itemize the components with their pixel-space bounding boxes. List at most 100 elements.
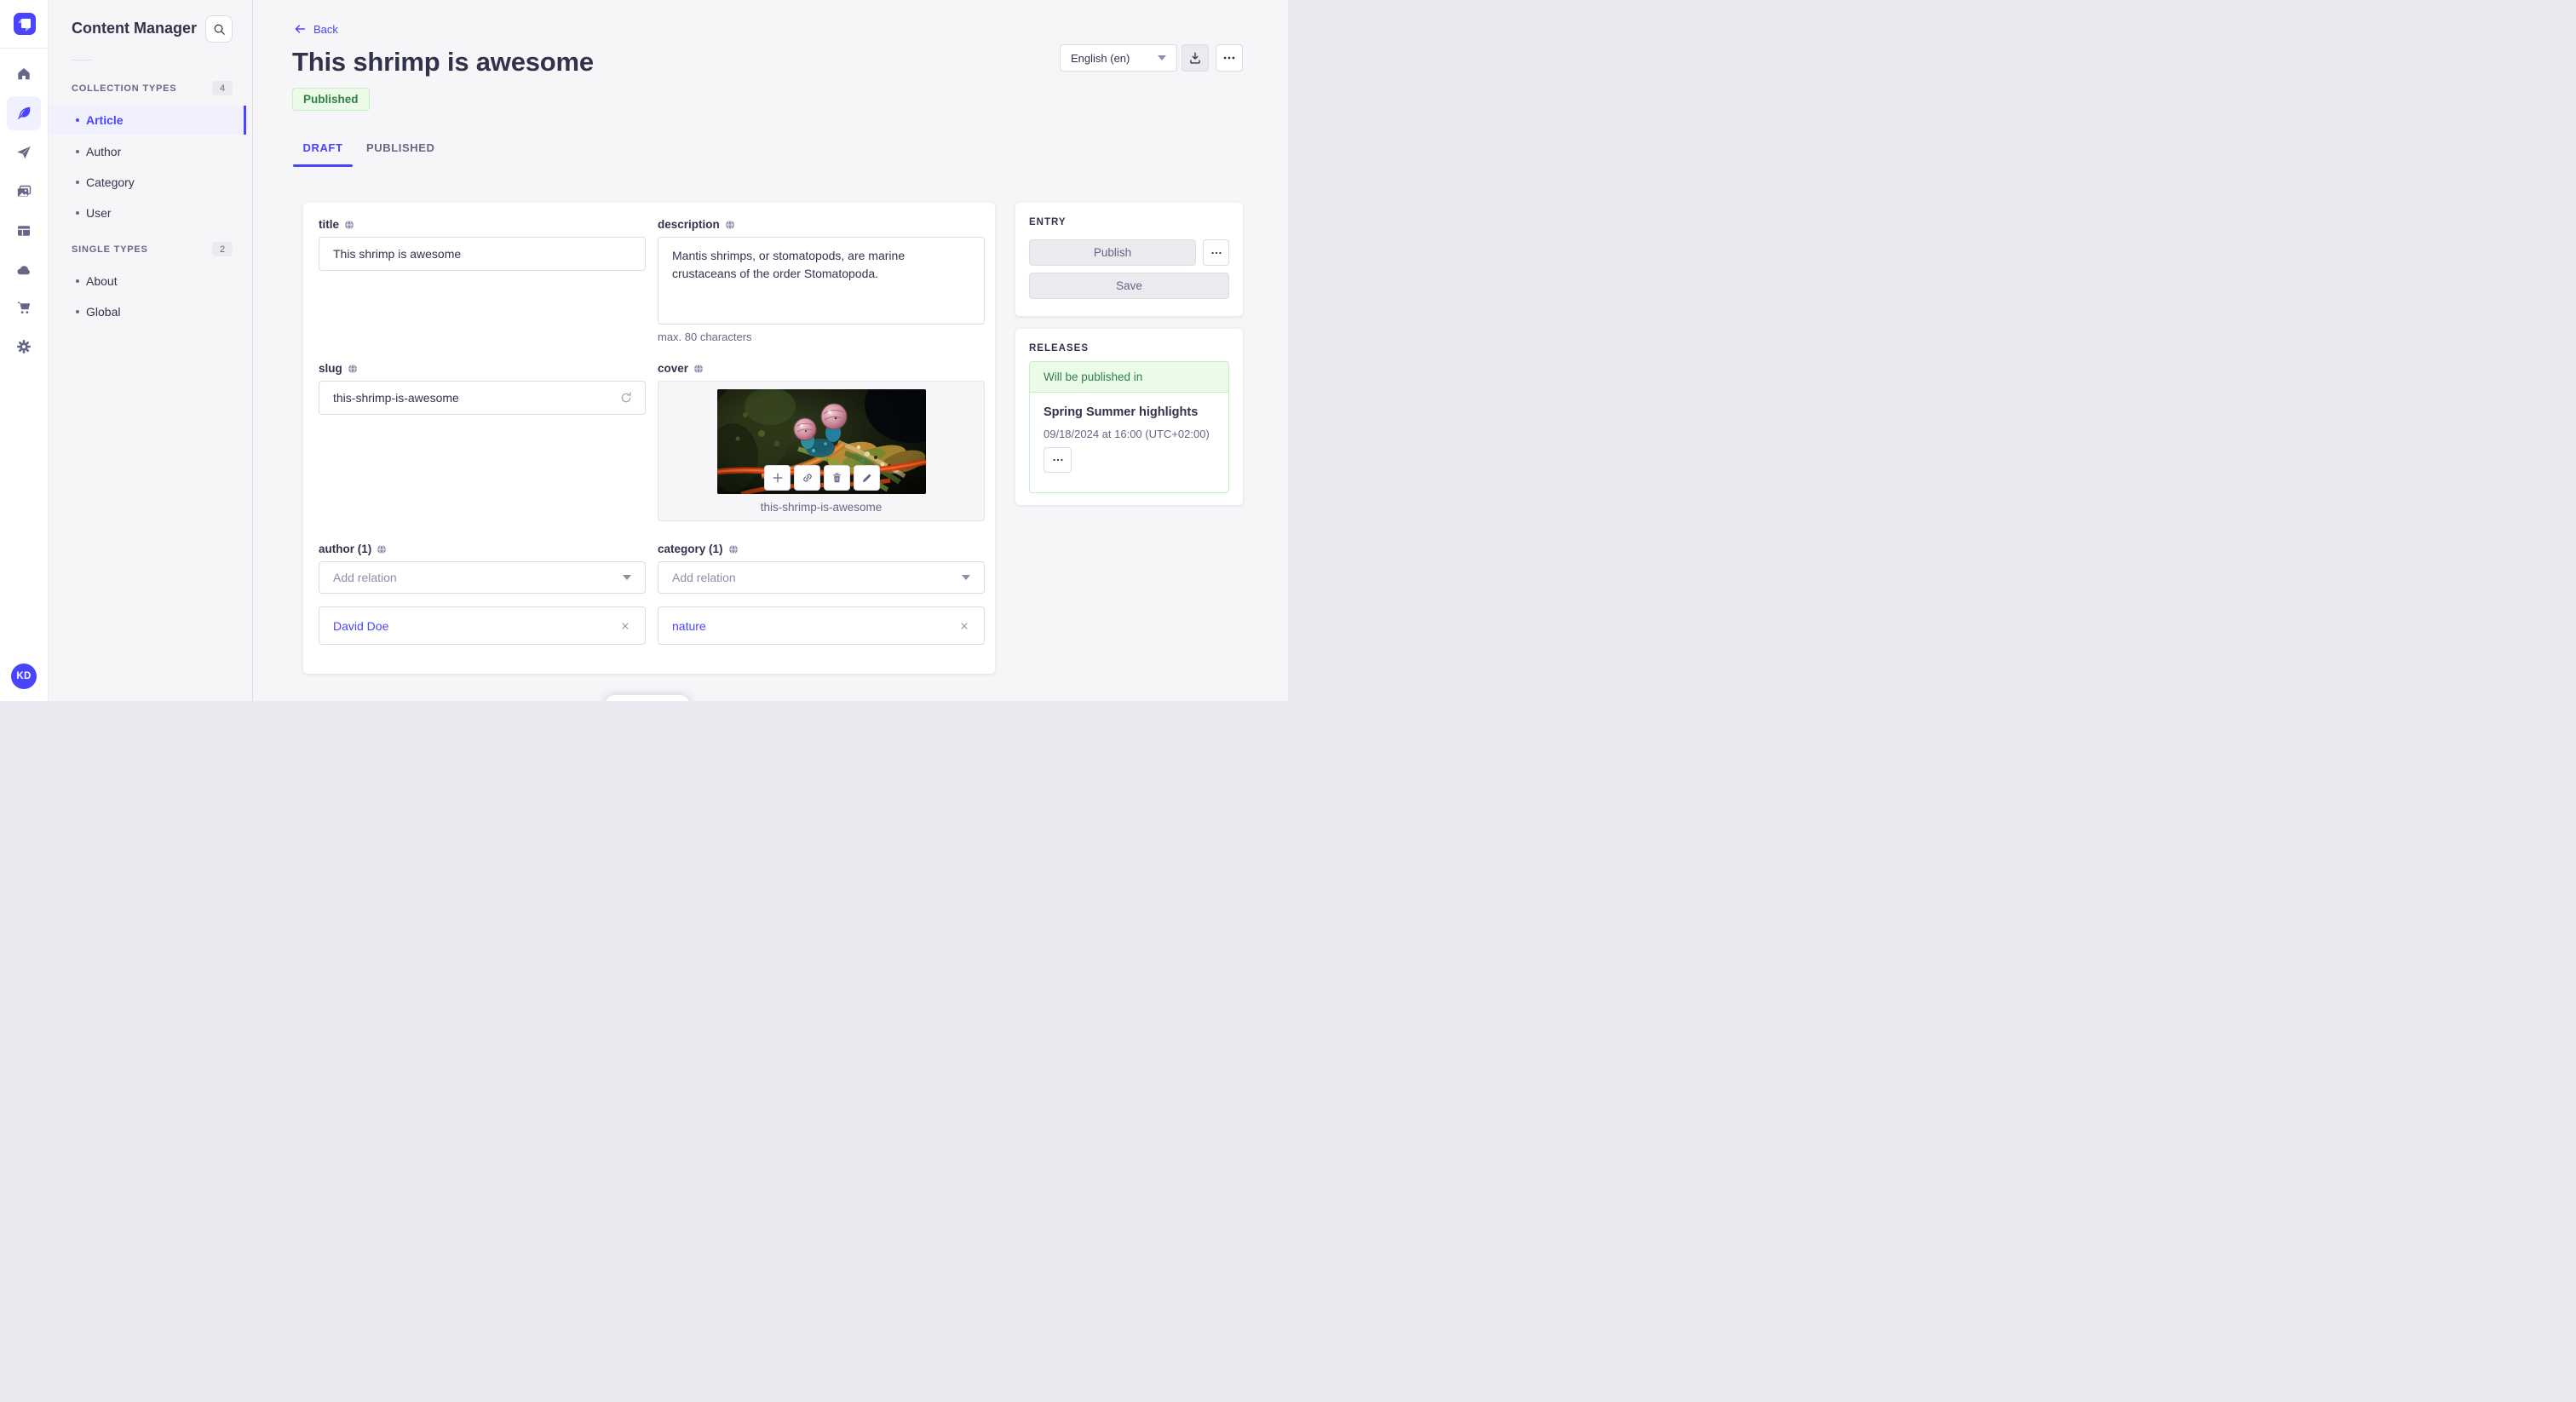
sidebar-item-article[interactable]: Article <box>49 106 246 135</box>
cover-edit-button[interactable] <box>854 465 880 491</box>
author-field-label: author (1) <box>319 543 646 555</box>
rail-item-cloud[interactable] <box>7 253 41 287</box>
home-icon <box>18 68 30 80</box>
publish-button[interactable]: Publish <box>1029 239 1196 266</box>
author-relation-select[interactable]: Add relation <box>319 561 646 594</box>
cover-add-button[interactable] <box>764 465 791 491</box>
trash-icon <box>833 472 841 482</box>
entry-panel-heading: ENTRY <box>1029 217 1067 227</box>
globe-icon <box>728 544 738 554</box>
settings-gear-icon <box>17 340 31 353</box>
regenerate-slug-button[interactable] <box>618 390 634 408</box>
page-title: This shrimp is awesome <box>292 47 594 77</box>
chevron-down-icon <box>1158 55 1166 60</box>
slug-input[interactable]: this-shrimp-is-awesome <box>319 381 646 415</box>
sidebar-item-global[interactable]: Global <box>49 297 246 326</box>
rail-item-settings[interactable] <box>7 330 41 364</box>
rail-item-content-manager[interactable] <box>7 96 41 130</box>
relation-link[interactable]: nature <box>672 619 706 633</box>
user-avatar[interactable]: KD <box>11 664 37 689</box>
refresh-icon <box>621 392 631 403</box>
globe-icon <box>345 220 354 229</box>
tab-draft[interactable]: DRAFT <box>293 141 353 154</box>
export-button[interactable] <box>1182 44 1209 72</box>
strapi-logo[interactable] <box>14 13 36 35</box>
pencil-icon <box>862 474 871 482</box>
rail-item-media-library[interactable] <box>7 175 41 209</box>
field-label-text: cover <box>658 362 689 375</box>
sidebar-item-category[interactable]: Category <box>49 168 246 197</box>
remove-relation-x-icon[interactable] <box>958 620 970 632</box>
section-single-types: SINGLE TYPES <box>72 244 148 255</box>
release-more-button[interactable] <box>1044 447 1072 473</box>
globe-icon <box>348 364 357 373</box>
marketplace-cart-icon <box>18 302 31 313</box>
cover-caption: this-shrimp-is-awesome <box>760 501 883 514</box>
title-value: This shrimp is awesome <box>333 247 462 261</box>
plus-icon <box>773 473 782 483</box>
globe-icon <box>377 544 387 554</box>
sidebar-item-user[interactable]: User <box>49 198 246 227</box>
logo-flap2-icon <box>26 28 30 32</box>
tab-published[interactable]: PUBLISHED <box>366 141 435 154</box>
back-link[interactable]: Back <box>293 22 338 36</box>
rail-item-marketplace[interactable] <box>7 290 41 325</box>
title-input[interactable]: This shrimp is awesome <box>319 237 646 271</box>
entry-panel: ENTRY Publish Save <box>1015 203 1243 316</box>
field-label-text: category (1) <box>658 543 723 555</box>
locale-value: English (en) <box>1071 51 1130 65</box>
cover-actions-toolbar <box>764 465 880 491</box>
rail-divider <box>0 48 49 49</box>
cover-copy-link-button[interactable] <box>794 465 820 491</box>
sidebar-item-label: Global <box>86 305 121 319</box>
sidebar-search-button[interactable] <box>205 15 233 43</box>
sidebar-item-label: About <box>86 274 118 288</box>
select-placeholder: Add relation <box>672 571 736 584</box>
category-field-label: category (1) <box>658 543 985 555</box>
description-textarea[interactable]: Mantis shrimps, or stomatopods, are mari… <box>658 237 985 325</box>
locale-select[interactable]: English (en) <box>1060 44 1177 72</box>
slug-field-label: slug <box>319 362 646 375</box>
more-dots-icon <box>1052 458 1063 462</box>
field-label-text: title <box>319 218 340 231</box>
sidebar-item-author[interactable]: Author <box>49 137 246 166</box>
download-icon <box>1190 52 1200 64</box>
remove-relation-x-icon[interactable] <box>619 620 631 632</box>
collection-types-count-badge: 4 <box>212 81 233 95</box>
globe-icon <box>694 364 704 373</box>
cover-delete-button[interactable] <box>824 465 850 491</box>
rail-item-content-type-builder[interactable] <box>7 214 41 248</box>
header-more-button[interactable] <box>1216 44 1243 72</box>
globe-icon <box>725 220 734 229</box>
icon-rail: KD <box>0 0 49 701</box>
entry-more-button[interactable] <box>1203 239 1229 266</box>
sidebar-item-about[interactable]: About <box>49 267 246 296</box>
description-field-label: description <box>658 218 985 231</box>
rail-item-home[interactable] <box>7 57 41 91</box>
release-status: Will be published in <box>1030 362 1228 393</box>
send-plane-icon <box>17 146 31 159</box>
chevron-down-icon <box>623 575 631 580</box>
relation-link[interactable]: David Doe <box>333 619 388 633</box>
media-library-icon <box>17 185 32 197</box>
title-field-label: title <box>319 218 646 231</box>
sidebar-item-label: Author <box>86 145 122 158</box>
content-manager-feather-icon <box>17 106 31 120</box>
rail-item-deploy[interactable] <box>7 135 41 170</box>
releases-panel: RELEASES Will be published in Spring Sum… <box>1015 329 1243 505</box>
release-title: Spring Summer highlights <box>1044 405 1199 419</box>
save-button[interactable]: Save <box>1029 273 1229 299</box>
section-collection-types: COLLECTION TYPES <box>72 83 177 94</box>
link-icon <box>802 474 812 482</box>
sidebar-item-label: User <box>86 206 112 220</box>
select-placeholder: Add relation <box>333 571 397 584</box>
content-type-builder-icon <box>18 226 30 236</box>
author-relation-item: David Doe <box>319 606 646 645</box>
floating-actionbar-partial[interactable] <box>605 695 690 701</box>
category-relation-select[interactable]: Add relation <box>658 561 985 594</box>
description-hint: max. 80 characters <box>658 330 752 343</box>
category-relation-item: nature <box>658 606 985 645</box>
edit-form-card: title This shrimp is awesome description… <box>303 203 995 674</box>
active-tab-indicator <box>293 164 353 167</box>
back-label: Back <box>313 22 338 36</box>
